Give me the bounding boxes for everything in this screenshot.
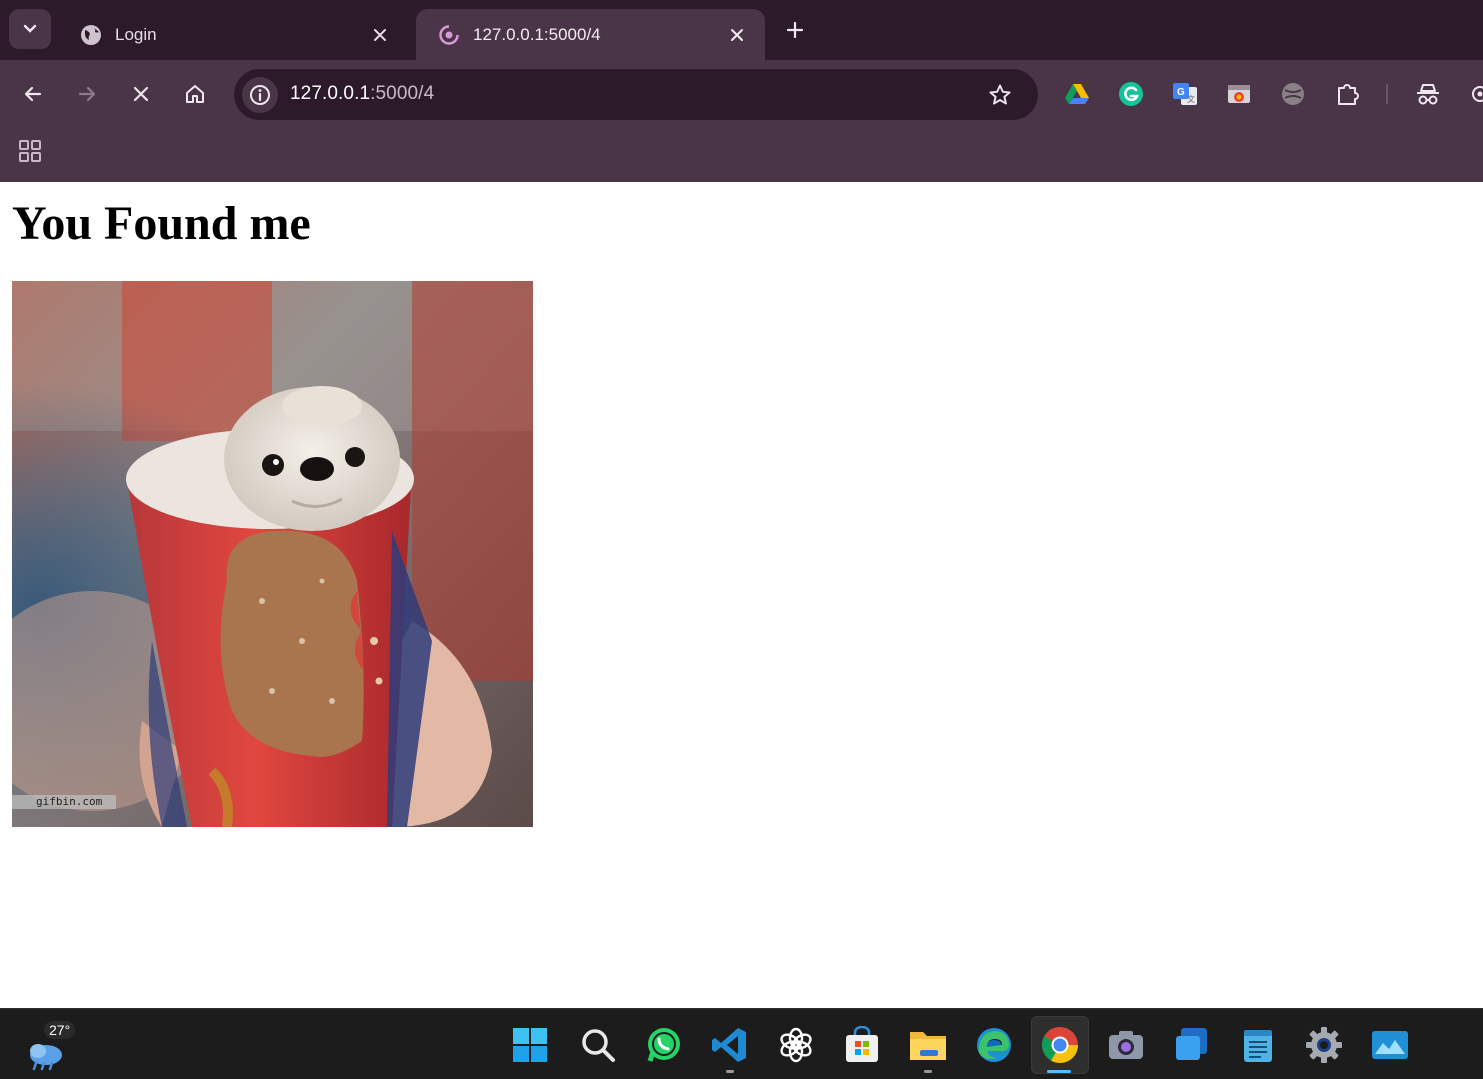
back-button[interactable] (13, 74, 53, 114)
arrow-right-icon (78, 86, 96, 102)
arrow-left-icon (24, 86, 42, 102)
chrome-icon[interactable] (1031, 1016, 1089, 1074)
svg-text:G: G (1177, 87, 1185, 98)
page-title: You Found me (12, 197, 311, 250)
start-icon[interactable] (510, 1025, 550, 1065)
google-drive-icon[interactable] (1063, 80, 1091, 108)
close-icon[interactable] (368, 23, 392, 47)
toolbar-divider (1386, 84, 1388, 104)
running-indicator (726, 1070, 734, 1073)
close-icon[interactable] (725, 23, 749, 47)
url-host: 127.0.0.1 (290, 83, 371, 104)
apps-grid-icon[interactable] (17, 138, 43, 164)
chrome-loading-icon (438, 24, 460, 46)
image-watermark: gifbin.com (12, 795, 116, 809)
chevron-down-icon (23, 24, 37, 33)
puppy-in-cup-image: gifbin.com (12, 281, 533, 827)
running-indicator (924, 1070, 932, 1073)
camera-icon[interactable] (1106, 1025, 1146, 1065)
whatsapp-icon[interactable] (644, 1025, 684, 1065)
notepad-icon[interactable] (1238, 1025, 1278, 1065)
globe-icon (80, 24, 102, 46)
edge-icon[interactable] (974, 1025, 1014, 1065)
chatgpt-icon[interactable] (776, 1025, 816, 1065)
url-text[interactable]: 127.0.0.1:5000/4 (290, 83, 434, 105)
search-icon[interactable] (578, 1025, 618, 1065)
grammarly-icon[interactable] (1117, 80, 1145, 108)
home-button[interactable] (175, 74, 215, 114)
incognito-icon[interactable] (1414, 80, 1442, 108)
new-tab-button[interactable] (779, 14, 811, 46)
windows-taskbar: 27° (0, 1008, 1483, 1079)
screenshot-extension-icon[interactable] (1225, 80, 1253, 108)
tab-login[interactable]: Login (58, 9, 408, 60)
star-icon (989, 84, 1011, 105)
photos-icon[interactable] (1370, 1025, 1410, 1065)
tab-title: Login (115, 24, 157, 44)
bookmarks-bar (0, 128, 1483, 182)
tab-strip: Login 127.0.0.1:5000/4 (0, 0, 1483, 60)
forward-button[interactable] (67, 74, 107, 114)
file-explorer-icon[interactable] (908, 1025, 948, 1065)
svg-text:文: 文 (1187, 94, 1195, 104)
stop-loading-button[interactable] (121, 74, 161, 114)
extensions-puzzle-icon[interactable] (1334, 80, 1362, 108)
browser-toolbar: 127.0.0.1:5000/4 G文 (0, 60, 1483, 128)
windows-app-icon[interactable] (1172, 1025, 1212, 1065)
tab-title: 127.0.0.1:5000/4 (473, 24, 601, 44)
active-indicator (1047, 1070, 1071, 1073)
tab-search-button[interactable] (9, 9, 51, 49)
weather-widget[interactable]: 27° (24, 1019, 80, 1071)
vpn-extension-icon[interactable] (1279, 80, 1307, 108)
web-page: You Found me gifbin.com (0, 182, 1483, 1008)
weather-temperature: 27° (44, 1021, 76, 1039)
profile-icon[interactable] (1466, 80, 1483, 108)
google-translate-icon[interactable]: G文 (1171, 80, 1199, 108)
plus-icon (786, 21, 804, 39)
site-info-button[interactable] (242, 77, 278, 113)
url-path: :5000/4 (370, 83, 435, 104)
bookmark-star-button[interactable] (986, 81, 1014, 109)
microsoft-store-icon[interactable] (842, 1025, 882, 1065)
home-icon (186, 85, 204, 103)
vscode-icon[interactable] (710, 1025, 750, 1065)
info-icon (250, 85, 270, 105)
address-bar[interactable]: 127.0.0.1:5000/4 (234, 69, 1038, 120)
settings-icon[interactable] (1304, 1025, 1344, 1065)
tab-active[interactable]: 127.0.0.1:5000/4 (416, 9, 765, 60)
close-icon (133, 86, 149, 102)
